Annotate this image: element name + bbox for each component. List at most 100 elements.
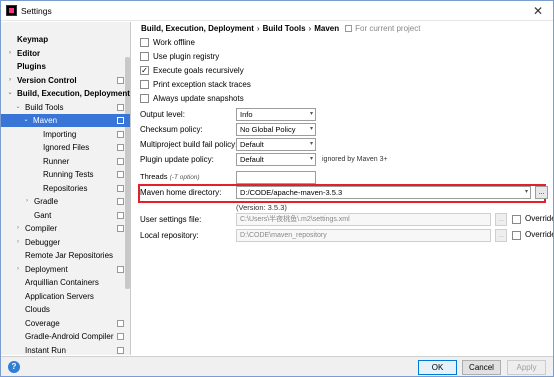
project-scope-icon [117,319,124,327]
output-level-select[interactable]: Info ▾ [236,108,316,121]
maven-home-directory-input[interactable]: D:/CODE/apache-maven-3.5.3 ▾ [236,186,531,199]
execute-goals-recursively-label: Execute goals recursively [153,66,244,75]
multiproject-fail-policy-select[interactable]: Default ▾ [236,138,316,151]
chevron-right-icon[interactable]: › [14,263,22,276]
chevron-down-icon[interactable]: ⌄ [6,87,14,100]
ignored-by-maven-note: ignored by Maven 3+ [322,156,388,163]
apply-button[interactable]: Apply [507,360,546,375]
breadcrumb-build-tools: Build Tools [262,24,306,33]
sidebar-item-runner[interactable]: Runner [1,155,130,168]
project-scope-icon [117,103,124,111]
execute-goals-recursively-checkbox[interactable]: ✓ [140,66,149,75]
sidebar-item-gradle-android-compiler[interactable]: Gradle-Android Compiler [1,330,130,343]
threads-label-text: Threads [140,172,168,181]
maven-home-directory-label: Maven home directory: [140,188,222,197]
output-level-label: Output level: [140,110,185,119]
sidebar-item-remote-jar-repositories[interactable]: Remote Jar Repositories [1,249,130,262]
sidebar-item-label: Instant Run [25,345,66,355]
maven-home-browse-button[interactable]: ... [535,186,548,199]
sidebar-item-deployment[interactable]: › Deployment [1,263,130,276]
always-update-snapshots-checkbox[interactable] [140,94,149,103]
print-exception-stack-traces-label: Print exception stack traces [153,80,251,89]
sidebar-item-editor[interactable]: › Editor [1,47,130,60]
sidebar-item-label: Coverage [25,318,60,328]
threads-input[interactable] [236,171,316,184]
settings-window: Settings ✕ Keymap › Editor Plugins › Version … [0,0,554,377]
sidebar-item-label: Clouds [25,305,50,314]
sidebar-item-build-execution-deployment[interactable]: ⌄ Build, Execution, Deployment [1,87,130,100]
project-scope-icon [117,76,124,84]
user-settings-file-input[interactable]: C:\Users\半夜桃鱼\.m2\settings.xml [236,213,491,226]
local-repository-override-checkbox[interactable] [512,231,521,240]
local-repository-label: Local repository: [140,231,199,240]
user-settings-browse-button[interactable]: ... [495,213,507,226]
cancel-button[interactable]: Cancel [462,360,501,375]
plugin-update-policy-label: Plugin update policy: [140,155,214,164]
sidebar-item-label: Gant [34,210,52,220]
sidebar-item-arquillian-containers[interactable]: Arquillian Containers [1,276,130,289]
sidebar-item-label: Arquillian Containers [25,278,99,287]
sidebar-item-running-tests[interactable]: Running Tests [1,168,130,181]
project-scope-icon [117,211,124,219]
sidebar-item-debugger[interactable]: › Debugger [1,236,130,249]
sidebar-item-version-control[interactable]: › Version Control [1,74,130,87]
chevron-down-icon: ▾ [524,189,528,195]
sidebar-item-compiler[interactable]: › Compiler [1,222,130,235]
sidebar-item-coverage[interactable]: Coverage [1,317,130,330]
chevron-right-icon[interactable]: › [23,195,31,208]
project-scope-icon [117,157,124,165]
local-repository-browse-button[interactable]: ... [495,229,507,242]
plugin-update-policy-select[interactable]: Default ▾ [236,153,316,166]
sidebar-item-label: Importing [43,129,77,139]
sidebar-item-maven[interactable]: ⌄ Maven [1,114,130,127]
help-icon[interactable]: ? [8,361,20,373]
checksum-policy-value: No Global Policy [240,125,296,134]
multiproject-fail-policy-value: Default [240,140,264,149]
sidebar-item-label: Ignored Files [43,143,90,152]
sidebar-item-plugins[interactable]: Plugins [1,60,130,73]
sidebar-item-build-tools[interactable]: ⌄ Build Tools [1,101,130,114]
threads-label: Threads (-T option) [140,172,200,181]
use-plugin-registry-checkbox[interactable] [140,52,149,61]
sidebar-item-ignored-files[interactable]: Ignored Files [1,141,130,154]
sidebar-item-gradle[interactable]: › Gradle [1,195,130,208]
sidebar-item-label: Application Servers [25,291,94,301]
project-scope-icon [117,333,124,340]
chevron-right-icon[interactable]: › [6,47,14,60]
project-scope-label: For current project [355,24,421,33]
chevron-down-icon[interactable]: ⌄ [22,114,30,127]
sidebar-item-clouds[interactable]: Clouds [1,303,130,316]
maven-settings-panel: Build, Execution, Deployment › Build Tools… [132,22,553,355]
sidebar-item-application-servers[interactable]: Application Servers [1,290,130,303]
sidebar-item-importing[interactable]: Importing [1,128,130,141]
use-plugin-registry-label: Use plugin registry [153,52,220,61]
chevron-down-icon[interactable]: ⌄ [14,101,22,114]
chevron-down-icon: ▾ [309,156,313,162]
sidebar-item-label: Running Tests [43,170,94,179]
sidebar-item-label: Editor [17,48,41,58]
sidebar-item-instant-run[interactable]: Instant Run [1,344,130,356]
chevron-down-icon: ▾ [309,141,313,147]
sidebar-item-gant[interactable]: Gant [1,209,130,222]
print-exception-stack-traces-checkbox[interactable] [140,80,149,89]
sidebar-item-repositories[interactable]: Repositories [1,182,130,195]
project-scope-icon [117,184,124,192]
sidebar-item-keymap[interactable]: Keymap [1,33,130,46]
dialog-footer: ? OK Cancel Apply [1,356,553,376]
user-settings-override-label: Override [525,214,554,223]
work-offline-checkbox[interactable] [140,38,149,47]
breadcrumb: Build, Execution, Deployment › Build Tools… [141,24,420,36]
checksum-policy-select[interactable]: No Global Policy ▾ [236,123,316,136]
chevron-right-icon[interactable]: › [14,236,22,249]
breadcrumb-build-execution-deployment: Build, Execution, Deployment [141,24,254,33]
close-button[interactable]: ✕ [529,2,547,20]
local-repository-input[interactable]: D:\CODE\maven_repository [236,229,491,242]
user-settings-override-checkbox[interactable] [512,215,521,224]
ok-button[interactable]: OK [418,360,457,375]
for-current-project: For current project [345,24,420,33]
maven-version-label: (Version: 3.5.3) [236,203,287,212]
chevron-right-icon[interactable]: › [6,74,14,87]
checksum-policy-label: Checksum policy: [140,125,203,134]
chevron-right-icon[interactable]: › [14,222,22,235]
chevron-down-icon: ▾ [309,111,313,117]
